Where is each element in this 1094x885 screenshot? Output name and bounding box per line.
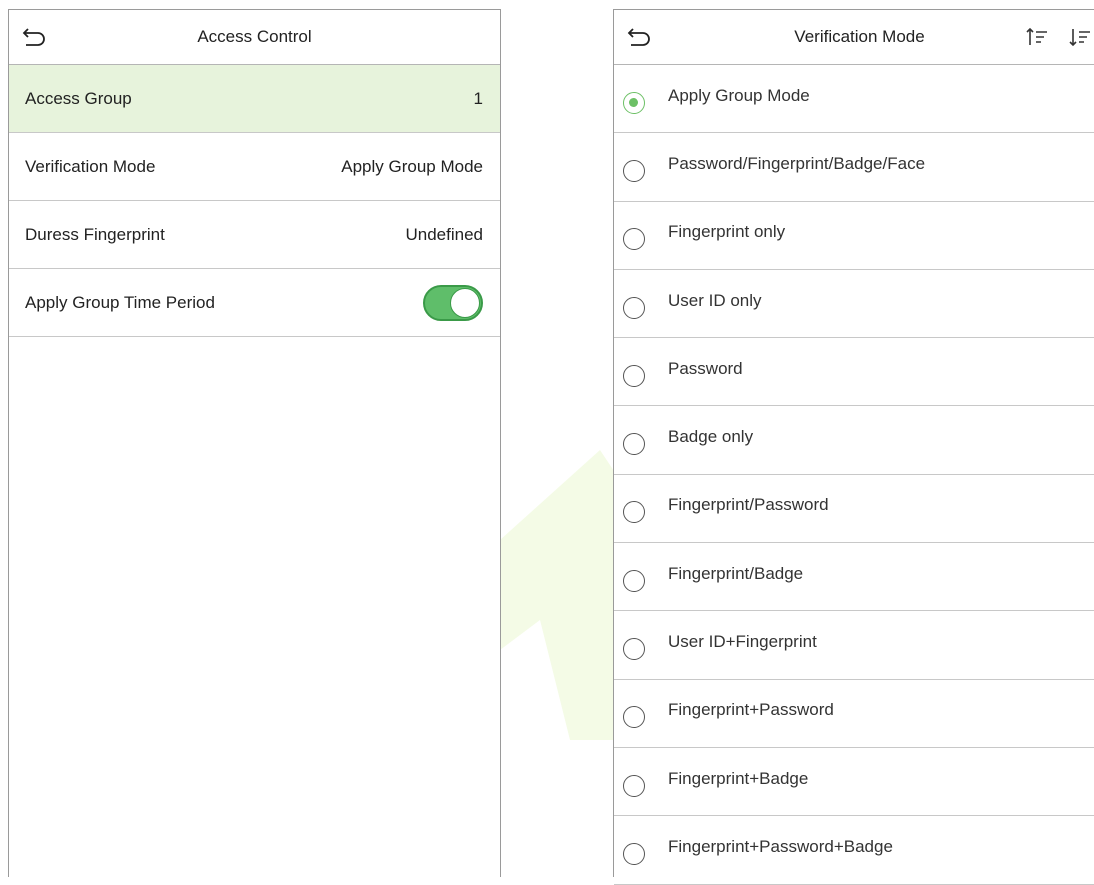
page-title: Verification Mode: [794, 27, 925, 46]
back-arrow-icon[interactable]: [626, 25, 652, 49]
verification-mode-row[interactable]: Verification Mode Apply Group Mode: [9, 133, 500, 201]
row-value: 1: [473, 88, 483, 108]
row-label: Verification Mode: [25, 156, 156, 176]
watermark-graphic: [500, 450, 620, 740]
radio-button[interactable]: [623, 159, 645, 182]
option-label: Password/Fingerprint/Badge/Face: [668, 153, 926, 173]
option-label: Fingerprint/Badge: [668, 563, 804, 583]
sort-ascending-icon[interactable]: [1025, 25, 1049, 49]
apply-group-time-period-row: Apply Group Time Period: [9, 269, 500, 337]
radio-button[interactable]: [623, 433, 645, 456]
verification-option[interactable]: Password: [614, 338, 1094, 407]
verification-option[interactable]: Password/Fingerprint/Badge/Face: [614, 133, 1094, 202]
apply-group-time-period-toggle[interactable]: [423, 284, 483, 321]
radio-button[interactable]: [623, 296, 645, 319]
radio-button[interactable]: [623, 774, 645, 797]
radio-button[interactable]: [623, 569, 645, 592]
sort-descending-icon[interactable]: [1068, 25, 1092, 49]
option-label: User ID only: [668, 290, 762, 310]
row-value: Apply Group Mode: [341, 156, 483, 176]
duress-fingerprint-row[interactable]: Duress Fingerprint Undefined: [9, 201, 500, 269]
row-label: Apply Group Time Period: [25, 292, 215, 312]
option-label: Apply Group Mode: [668, 85, 810, 105]
option-label: User ID+Fingerprint: [668, 632, 817, 652]
radio-button[interactable]: [623, 638, 645, 661]
verification-option[interactable]: Fingerprint/Password: [614, 475, 1094, 544]
access-group-row[interactable]: Access Group 1: [9, 65, 500, 133]
toggle-knob: [450, 287, 480, 318]
option-label: Fingerprint+Badge: [668, 768, 809, 788]
verification-option[interactable]: User ID only: [614, 270, 1094, 339]
radio-button[interactable]: [623, 228, 645, 251]
row-label: Access Group: [25, 88, 132, 108]
verification-option[interactable]: Apply Group Mode: [614, 65, 1094, 134]
option-label: Fingerprint+Password+Badge: [668, 836, 893, 856]
option-label: Fingerprint+Password: [668, 700, 834, 720]
page-title: Access Control: [197, 27, 312, 46]
radio-button[interactable]: [623, 364, 645, 387]
access-control-header: Access Control: [9, 10, 500, 65]
radio-button[interactable]: [623, 842, 645, 865]
access-control-panel: Access Control Access Group 1 Verificati…: [8, 9, 501, 877]
option-label: Fingerprint/Password: [668, 495, 829, 515]
verification-option[interactable]: Badge only: [614, 406, 1094, 475]
row-value: Undefined: [405, 224, 483, 244]
verification-option[interactable]: Fingerprint+Password+Badge: [614, 816, 1094, 885]
verification-mode-header: Verification Mode: [614, 10, 1094, 65]
option-label: Password: [668, 358, 743, 378]
verification-mode-list: Apply Group Mode Password/Fingerprint/Bad…: [614, 65, 1094, 885]
row-label: Duress Fingerprint: [25, 224, 165, 244]
verification-option[interactable]: Fingerprint/Badge: [614, 543, 1094, 612]
radio-button[interactable]: [623, 501, 645, 524]
verification-option[interactable]: Fingerprint+Password: [614, 680, 1094, 748]
verification-option[interactable]: Fingerprint only: [614, 202, 1094, 270]
verification-mode-panel: Verification Mode Apply Group Mode Passwo…: [613, 9, 1094, 885]
option-label: Badge only: [668, 427, 754, 447]
radio-button[interactable]: [623, 91, 645, 114]
verification-option[interactable]: User ID+Fingerprint: [614, 611, 1094, 680]
back-arrow-icon[interactable]: [21, 25, 47, 49]
option-label: Fingerprint only: [668, 222, 786, 242]
radio-button[interactable]: [623, 706, 645, 729]
verification-option[interactable]: Fingerprint+Badge: [614, 748, 1094, 817]
